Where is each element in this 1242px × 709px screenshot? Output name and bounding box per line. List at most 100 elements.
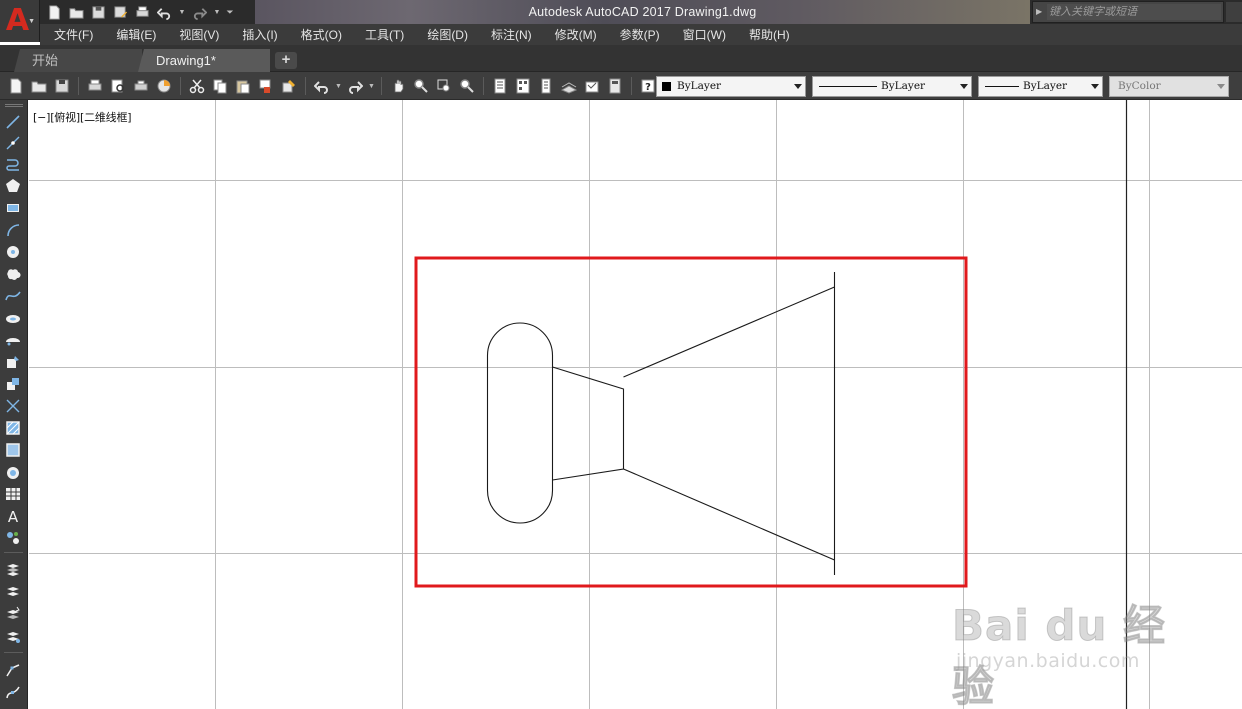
color-dropdown[interactable]: ByLayer xyxy=(656,76,806,97)
polyline-icon[interactable] xyxy=(3,154,23,174)
layer-stack-icon[interactable] xyxy=(3,560,23,580)
markup-set-icon[interactable] xyxy=(582,76,602,96)
pan-hand-icon[interactable] xyxy=(388,76,408,96)
menu-format[interactable]: 格式(O) xyxy=(301,26,342,43)
sheet-set-icon[interactable] xyxy=(559,76,579,96)
layer-states-icon[interactable] xyxy=(3,582,23,602)
block-editor-icon[interactable] xyxy=(279,76,299,96)
save-icon[interactable] xyxy=(52,76,72,96)
menu-help[interactable]: 帮助(H) xyxy=(749,26,790,43)
hatch-icon[interactable] xyxy=(3,418,23,438)
file-tab-bar: 开始 Drawing1* + xyxy=(0,45,1242,72)
new-tab-button[interactable]: + xyxy=(275,52,297,69)
menu-edit[interactable]: 编辑(E) xyxy=(116,26,156,43)
drawing-canvas[interactable]: [−][俯视][二维线框] xyxy=(29,100,1242,709)
print-icon[interactable] xyxy=(134,4,151,21)
rectangle-icon[interactable] xyxy=(3,198,23,218)
undo-icon[interactable] xyxy=(156,4,173,21)
menu-modify[interactable]: 修改(M) xyxy=(555,26,597,43)
quick-access-toolbar: ▼ ▼ ⏷ xyxy=(46,2,234,22)
plot-preview-icon[interactable] xyxy=(108,76,128,96)
customize-qat-icon[interactable]: ⏷ xyxy=(226,7,234,18)
cut-icon[interactable] xyxy=(187,76,207,96)
gradient-icon[interactable] xyxy=(3,440,23,460)
zoom-realtime-icon[interactable] xyxy=(411,76,431,96)
polygon-icon[interactable] xyxy=(3,176,23,196)
line-icon[interactable] xyxy=(3,112,23,132)
color-swatch xyxy=(662,82,671,91)
insert-block-icon[interactable] xyxy=(3,352,23,372)
paste-icon[interactable] xyxy=(233,76,253,96)
speaker-magnet-slot[interactable] xyxy=(486,322,554,524)
quickcalc-icon[interactable] xyxy=(605,76,625,96)
layer-previous-icon[interactable] xyxy=(3,604,23,624)
speaker-cone[interactable] xyxy=(623,286,835,561)
tab-start[interactable]: 开始 xyxy=(14,49,142,72)
speaker-drawing[interactable] xyxy=(486,272,836,575)
search-expand-icon[interactable]: ▶ xyxy=(1036,7,1042,16)
save-icon[interactable] xyxy=(90,4,107,21)
point-icon[interactable] xyxy=(3,396,23,416)
help-icon[interactable]: ? xyxy=(638,76,658,96)
lineweight-dropdown[interactable]: ByLayer xyxy=(978,76,1103,97)
qnew-icon[interactable] xyxy=(6,76,26,96)
toolbar-grip[interactable] xyxy=(5,104,23,107)
redo-dropdown-icon[interactable]: ▼ xyxy=(213,9,221,16)
menu-draw[interactable]: 绘图(D) xyxy=(427,26,468,43)
arc-icon[interactable] xyxy=(3,220,23,240)
make-block-icon[interactable] xyxy=(3,374,23,394)
plot-icon[interactable] xyxy=(85,76,105,96)
construction-line-icon[interactable] xyxy=(3,133,23,153)
search-input[interactable] xyxy=(1047,4,1221,20)
zoom-window-icon[interactable] xyxy=(434,76,454,96)
menu-dimension[interactable]: 标注(N) xyxy=(491,26,532,43)
undo-dropdown-icon[interactable]: ▼ xyxy=(178,9,186,16)
multiline-text-icon[interactable]: A xyxy=(3,506,23,526)
edit-polyline-icon[interactable] xyxy=(3,660,23,680)
viewport-controls[interactable]: [−][俯视][二维线框] xyxy=(33,109,132,125)
3d-print-icon[interactable] xyxy=(154,76,174,96)
menu-insert[interactable]: 插入(I) xyxy=(242,26,277,43)
menu-window[interactable]: 窗口(W) xyxy=(683,26,726,43)
linetype-sample xyxy=(819,86,877,87)
plotstyle-dropdown[interactable]: ByColor xyxy=(1109,76,1229,97)
undo-icon[interactable] xyxy=(312,76,332,96)
redo-icon[interactable] xyxy=(191,4,208,21)
publish-icon[interactable] xyxy=(131,76,151,96)
menu-view[interactable]: 视图(V) xyxy=(179,26,219,43)
redo-dropdown-icon[interactable]: ▼ xyxy=(368,83,375,90)
menu-parametric[interactable]: 参数(P) xyxy=(620,26,660,43)
search-box[interactable]: ▶ xyxy=(1032,1,1224,23)
open-folder-icon[interactable] xyxy=(68,4,85,21)
layer-isolate-icon[interactable] xyxy=(3,626,23,646)
new-file-icon[interactable] xyxy=(46,4,63,21)
match-properties-icon[interactable] xyxy=(256,76,276,96)
svg-text:A: A xyxy=(8,508,19,524)
menu-file[interactable]: 文件(F) xyxy=(54,26,93,43)
circle-icon[interactable] xyxy=(3,242,23,262)
revision-cloud-icon[interactable] xyxy=(3,264,23,284)
zoom-previous-icon[interactable] xyxy=(457,76,477,96)
add-selected-icon[interactable] xyxy=(3,528,23,548)
ellipse-arc-icon[interactable] xyxy=(3,330,23,350)
title-banner: Autodesk AutoCAD 2017 Drawing1.dwg xyxy=(255,0,1030,24)
tool-palettes-icon[interactable] xyxy=(536,76,556,96)
speaker-neck[interactable] xyxy=(552,366,625,481)
spline-icon[interactable] xyxy=(3,286,23,306)
region-icon[interactable] xyxy=(3,462,23,482)
application-menu-button[interactable]: A ▼ xyxy=(0,0,40,42)
redo-icon[interactable] xyxy=(345,76,365,96)
design-center-icon[interactable] xyxy=(513,76,533,96)
edit-spline-icon[interactable] xyxy=(3,682,23,702)
save-as-icon[interactable] xyxy=(112,4,129,21)
linetype-dropdown[interactable]: ByLayer xyxy=(812,76,972,97)
table-icon[interactable] xyxy=(3,484,23,504)
ellipse-icon[interactable] xyxy=(3,308,23,328)
menu-tools[interactable]: 工具(T) xyxy=(365,26,404,43)
grid-lines xyxy=(29,100,1242,709)
tab-drawing1[interactable]: Drawing1* xyxy=(138,49,270,72)
properties-icon[interactable] xyxy=(490,76,510,96)
copy-icon[interactable] xyxy=(210,76,230,96)
open-icon[interactable] xyxy=(29,76,49,96)
undo-dropdown-icon[interactable]: ▼ xyxy=(335,83,342,90)
